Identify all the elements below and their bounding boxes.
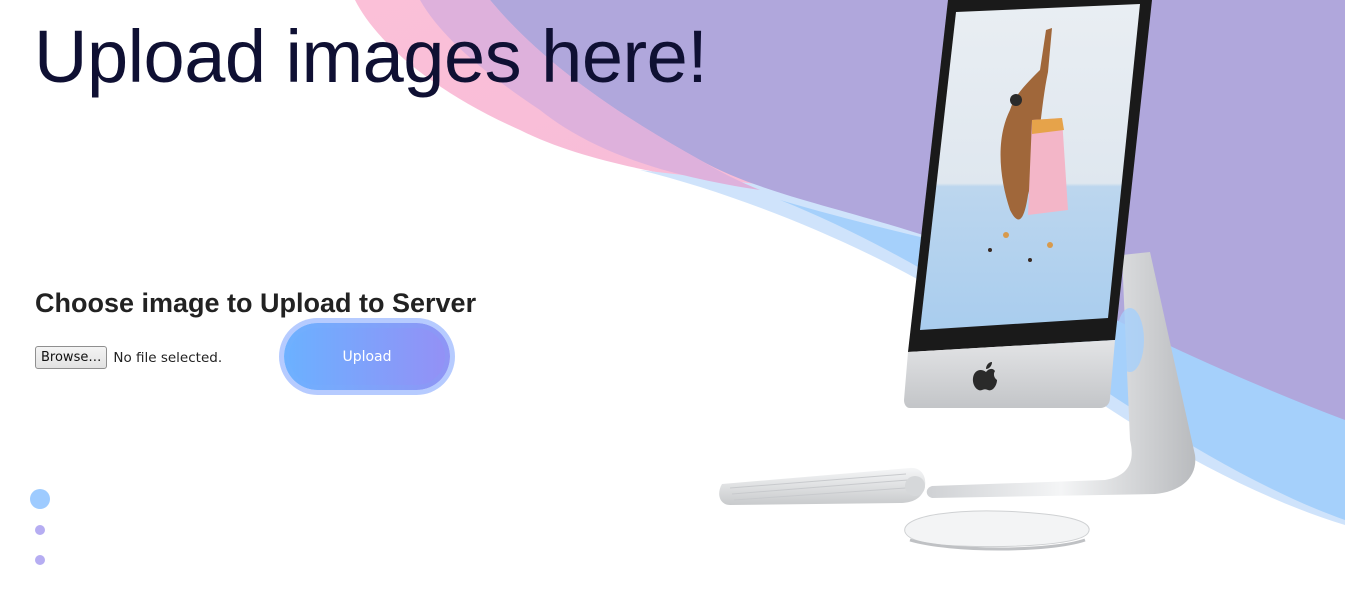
keyboard-end-cap: [905, 476, 925, 496]
file-status-text: No file selected.: [113, 349, 223, 366]
upload-button-label: Upload: [289, 328, 445, 385]
imac-illustration: [719, 0, 1196, 551]
carousel-dot-active[interactable]: [30, 489, 50, 509]
page-title: Upload images here!: [34, 15, 708, 98]
carousel-dot[interactable]: [35, 555, 45, 565]
browse-button[interactable]: Browse…: [35, 346, 108, 369]
upload-button[interactable]: Upload: [284, 323, 450, 390]
upload-heading: Choose image to Upload to Server: [35, 288, 477, 318]
carousel-indicators: [30, 489, 50, 569]
stand-hole: [1116, 308, 1144, 372]
file-input-row: Browse… No file selected.: [35, 346, 222, 369]
landing-page: Upload images here! Choose image to Uplo…: [0, 0, 1345, 615]
mouse: [904, 510, 1090, 548]
carousel-dot[interactable]: [35, 525, 45, 535]
